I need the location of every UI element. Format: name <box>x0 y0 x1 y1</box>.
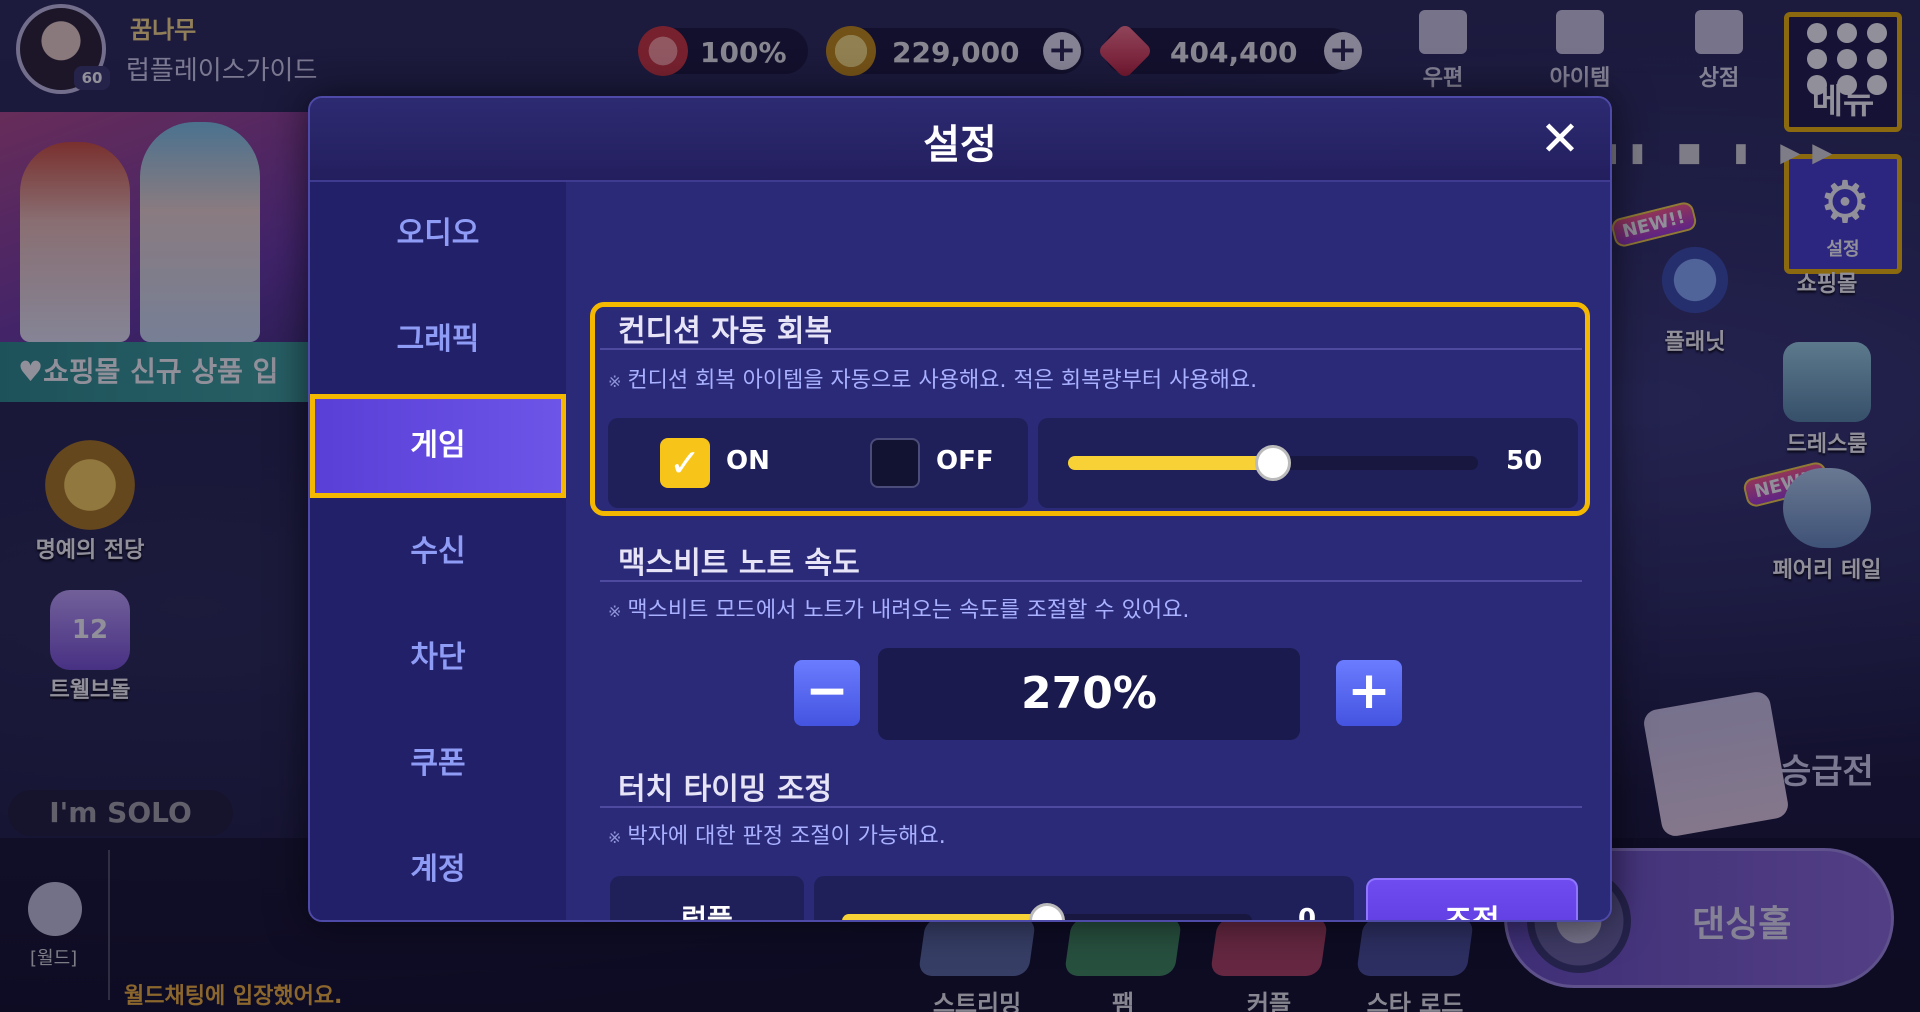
close-button[interactable]: ✕ <box>1536 115 1584 164</box>
speed-decrease-button[interactable]: − <box>794 660 860 726</box>
settings-tabs: 오디오 그래픽 게임 수신 차단 쿠폰 계정 <box>310 182 566 920</box>
adjust-button[interactable]: 조정 <box>1366 878 1578 920</box>
note-speed-value: 270% <box>878 648 1300 740</box>
tab-game[interactable]: 게임 <box>310 394 566 498</box>
tab-block[interactable]: 차단 <box>310 606 566 710</box>
section-divider <box>600 580 1582 582</box>
touch-timing-title: 터치 타이밍 조정 <box>618 772 833 807</box>
modal-header: 설정 ✕ <box>310 98 1610 182</box>
timing-slider-value: 0 <box>1298 904 1317 922</box>
timing-slider[interactable] <box>842 903 1252 920</box>
tab-graphics[interactable]: 그래픽 <box>310 288 566 392</box>
tab-account[interactable]: 계정 <box>310 818 566 920</box>
minus-icon: − <box>805 661 849 721</box>
note-speed-title: 맥스비트 노트 속도 <box>618 546 860 581</box>
tab-coupon[interactable]: 쿠폰 <box>310 712 566 816</box>
section-divider <box>600 806 1582 808</box>
modal-title: 설정 <box>923 122 997 168</box>
settings-content: 컨디션 자동 회복 ※ 컨디션 회복 아이템을 자동으로 사용해요. 적은 회복량… <box>566 182 1610 922</box>
timing-mode-label: 럽플 <box>610 876 804 920</box>
highlight-frame <box>590 302 1590 516</box>
slider-handle[interactable] <box>1029 903 1065 920</box>
plus-icon: + <box>1347 661 1391 721</box>
timing-slider-panel: 0 <box>814 876 1354 922</box>
tab-audio[interactable]: 오디오 <box>310 182 566 286</box>
tab-receive[interactable]: 수신 <box>310 500 566 604</box>
slider-fill <box>842 914 1047 920</box>
touch-timing-desc: ※ 박자에 대한 판정 조절이 가능해요. <box>608 824 946 849</box>
close-icon: ✕ <box>1539 111 1581 167</box>
note-speed-desc: ※ 맥스비트 모드에서 노트가 내려오는 속도를 조절할 수 있어요. <box>608 598 1190 623</box>
settings-modal: 설정 ✕ 오디오 그래픽 게임 수신 차단 쿠폰 계정 컨디션 자동 회복 ※ 컨… <box>308 96 1612 922</box>
speed-increase-button[interactable]: + <box>1336 660 1402 726</box>
